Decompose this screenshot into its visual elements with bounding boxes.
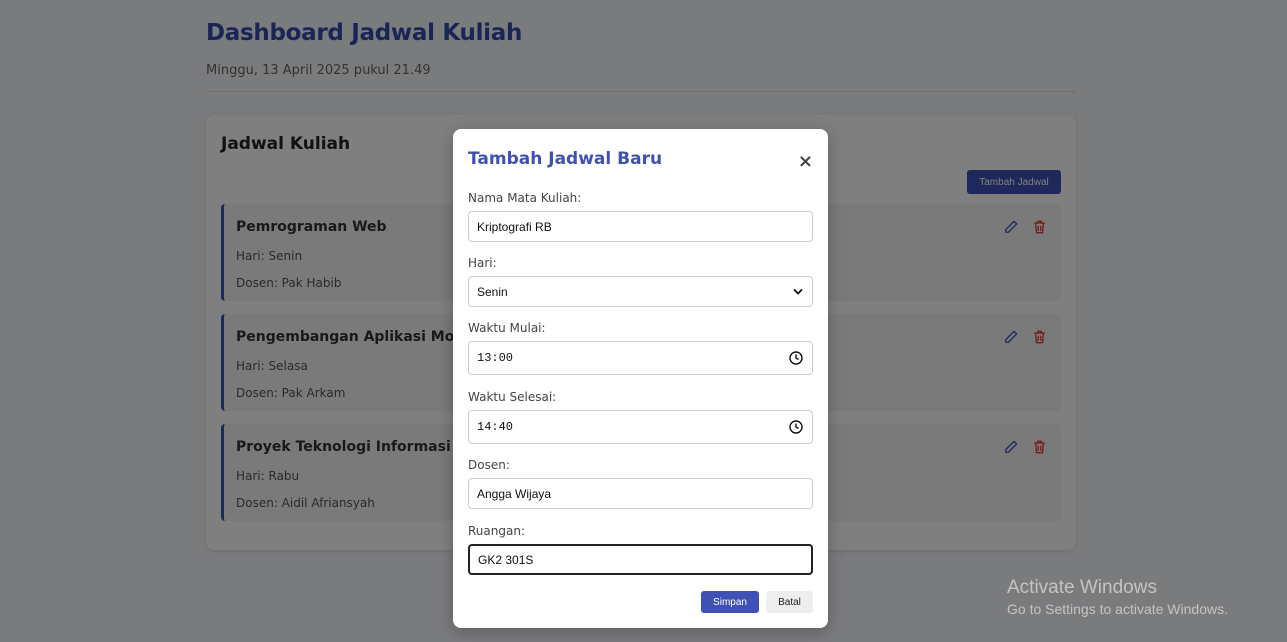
start-time-input[interactable]: 13:00 — [468, 341, 813, 375]
lecturer-label: Dosen: — [468, 458, 510, 472]
lecturer-value: Angga Wijaya — [477, 486, 552, 501]
save-button[interactable]: Simpan — [701, 591, 759, 613]
room-input[interactable]: GK2 301S — [468, 544, 813, 575]
lecturer-input[interactable]: Angga Wijaya — [468, 478, 813, 509]
course-name-value: Kriptografi RB — [477, 219, 552, 234]
chevron-down-icon — [793, 288, 803, 295]
watermark-title: Activate Windows — [1007, 577, 1157, 598]
end-time-input[interactable]: 14:40 — [468, 410, 813, 444]
course-name-label: Nama Mata Kuliah: — [468, 191, 582, 205]
room-value: GK2 301S — [478, 552, 534, 567]
end-time-value: 14:40 — [477, 420, 514, 434]
clock-icon[interactable] — [789, 420, 803, 434]
start-time-value: 13:00 — [477, 351, 514, 365]
day-select[interactable]: Senin — [468, 276, 813, 307]
activate-windows-watermark: Activate Windows Go to Settings to activ… — [1007, 577, 1228, 617]
day-select-value: Senin — [477, 284, 508, 299]
day-label: Hari: — [468, 256, 497, 270]
add-schedule-modal: Tambah Jadwal Baru × Nama Mata Kuliah: K… — [453, 129, 828, 628]
end-time-label: Waktu Selesai: — [468, 390, 557, 404]
course-name-input[interactable]: Kriptografi RB — [468, 211, 813, 242]
clock-icon[interactable] — [789, 351, 803, 365]
close-icon[interactable]: × — [798, 153, 813, 171]
modal-title: Tambah Jadwal Baru — [468, 149, 663, 169]
cancel-button[interactable]: Batal — [766, 591, 813, 613]
room-label: Ruangan: — [468, 524, 525, 538]
watermark-subtitle: Go to Settings to activate Windows. — [1007, 601, 1228, 617]
start-time-label: Waktu Mulai: — [468, 321, 546, 335]
